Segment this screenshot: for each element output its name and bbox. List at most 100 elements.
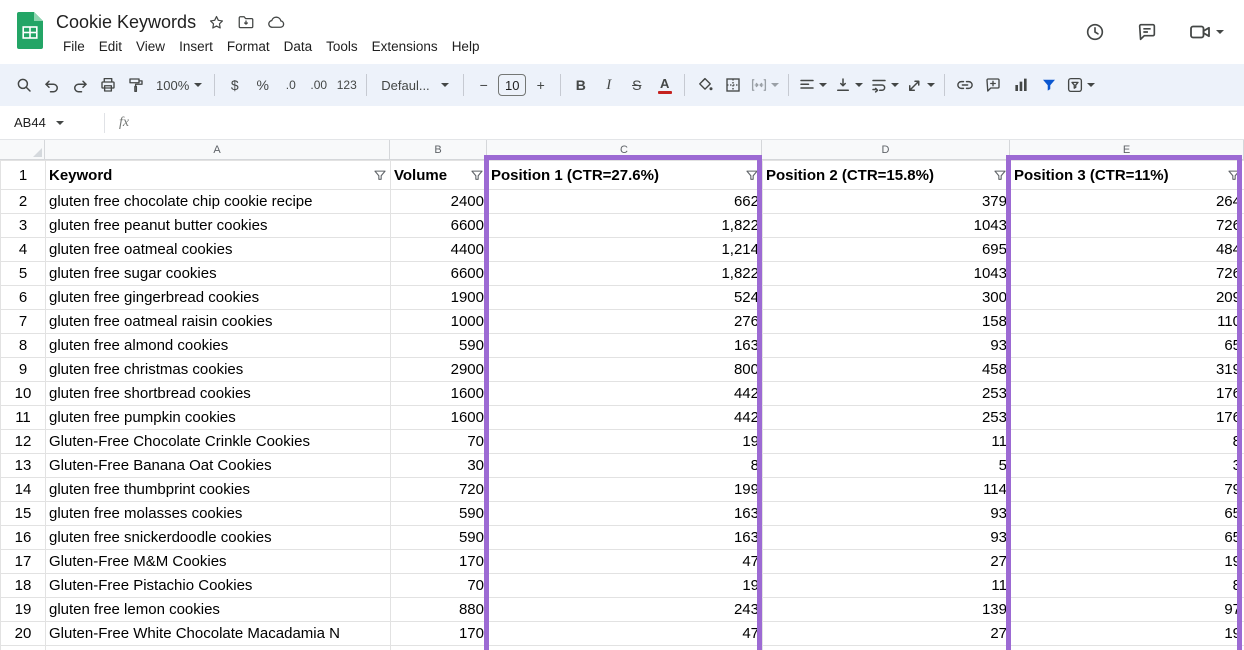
cell-position1[interactable]: 1,822 bbox=[488, 214, 763, 238]
cell-position3[interactable]: 65 bbox=[1011, 526, 1244, 550]
create-filter-button[interactable] bbox=[1035, 71, 1062, 99]
header-cell-position2[interactable]: Position 2 (CTR=15.8%) bbox=[763, 161, 1011, 190]
text-wrap-button[interactable] bbox=[867, 71, 902, 99]
merge-cells-button[interactable] bbox=[747, 71, 782, 99]
filter-funnel-icon[interactable] bbox=[373, 168, 387, 182]
cell-position2[interactable]: 1043 bbox=[763, 262, 1011, 286]
more-formats-button[interactable]: 123 bbox=[333, 71, 360, 99]
meet-camera-icon[interactable] bbox=[1188, 20, 1224, 44]
cell-position3[interactable]: 19 bbox=[1011, 622, 1244, 646]
zoom-select[interactable]: 100% bbox=[150, 71, 208, 99]
menu-extensions[interactable]: Extensions bbox=[365, 37, 445, 56]
cell-volume[interactable]: 590 bbox=[391, 526, 488, 550]
row-number[interactable]: 7 bbox=[1, 310, 46, 334]
cell-position3[interactable]: 8 bbox=[1011, 574, 1244, 598]
cloud-status-icon[interactable] bbox=[267, 13, 286, 32]
search-icon[interactable] bbox=[10, 71, 37, 99]
row-number[interactable]: 8 bbox=[1, 334, 46, 358]
cell-keyword[interactable]: Gluten-Free Banana Oat Cookies bbox=[46, 454, 391, 478]
cell-position3[interactable]: 79 bbox=[1011, 478, 1244, 502]
cell-keyword[interactable]: gluten free peanut butter cookies bbox=[46, 214, 391, 238]
menu-edit[interactable]: Edit bbox=[92, 37, 129, 56]
cell-position2[interactable]: 93 bbox=[763, 526, 1011, 550]
cell-position1[interactable]: 199 bbox=[488, 478, 763, 502]
cell-keyword[interactable]: gluten free pumpkin cookies bbox=[46, 406, 391, 430]
cell-volume[interactable]: 720 bbox=[391, 478, 488, 502]
cell-position1[interactable]: 1,822 bbox=[488, 262, 763, 286]
cell-position1[interactable]: 163 bbox=[488, 502, 763, 526]
cell-position1[interactable]: 442 bbox=[488, 382, 763, 406]
row-number[interactable]: 10 bbox=[1, 382, 46, 406]
cell-position3[interactable]: 176 bbox=[1011, 382, 1244, 406]
cell-position2[interactable]: 114 bbox=[763, 478, 1011, 502]
increase-decimal-button[interactable]: .00 bbox=[305, 71, 332, 99]
cell-position2[interactable]: 139 bbox=[763, 598, 1011, 622]
strikethrough-button[interactable]: S bbox=[623, 71, 650, 99]
row-number[interactable]: 2 bbox=[1, 190, 46, 214]
cell-volume[interactable]: 2900 bbox=[391, 358, 488, 382]
cell-keyword[interactable]: Gluten-Free Chocolate Crinkle Cookies bbox=[46, 430, 391, 454]
cell-keyword[interactable]: gluten free shortbread cookies bbox=[46, 382, 391, 406]
cell-position3[interactable]: 8 bbox=[1011, 430, 1244, 454]
row-number[interactable]: 14 bbox=[1, 478, 46, 502]
cell-position2[interactable]: 695 bbox=[763, 238, 1011, 262]
font-size-input[interactable]: 10 bbox=[498, 74, 526, 96]
row-number[interactable]: 17 bbox=[1, 550, 46, 574]
row-number[interactable]: 19 bbox=[1, 598, 46, 622]
cell-position1[interactable]: 47 bbox=[488, 550, 763, 574]
empty-cell[interactable] bbox=[391, 646, 488, 650]
cell-position2[interactable]: 93 bbox=[763, 502, 1011, 526]
cell-keyword[interactable]: Gluten-Free M&M Cookies bbox=[46, 550, 391, 574]
cell-position2[interactable]: 11 bbox=[763, 430, 1011, 454]
cell-position2[interactable]: 458 bbox=[763, 358, 1011, 382]
cell-position3[interactable]: 264 bbox=[1011, 190, 1244, 214]
bold-button[interactable]: B bbox=[567, 71, 594, 99]
cell-keyword[interactable]: gluten free sugar cookies bbox=[46, 262, 391, 286]
menu-file[interactable]: File bbox=[56, 37, 92, 56]
horizontal-align-button[interactable] bbox=[795, 71, 830, 99]
cell-keyword[interactable]: gluten free thumbprint cookies bbox=[46, 478, 391, 502]
vertical-align-button[interactable] bbox=[831, 71, 866, 99]
insert-comment-button[interactable] bbox=[979, 71, 1006, 99]
move-folder-icon[interactable] bbox=[237, 13, 255, 31]
filter-views-button[interactable] bbox=[1063, 71, 1098, 99]
cell-volume[interactable]: 590 bbox=[391, 502, 488, 526]
menu-view[interactable]: View bbox=[129, 37, 172, 56]
cell-position1[interactable]: 276 bbox=[488, 310, 763, 334]
cell-volume[interactable]: 1900 bbox=[391, 286, 488, 310]
cell-keyword[interactable]: Gluten-Free Pistachio Cookies bbox=[46, 574, 391, 598]
cell-position1[interactable]: 19 bbox=[488, 430, 763, 454]
cell-position3[interactable]: 319 bbox=[1011, 358, 1244, 382]
cell-volume[interactable]: 6600 bbox=[391, 214, 488, 238]
insert-chart-button[interactable] bbox=[1007, 71, 1034, 99]
cell-volume[interactable]: 6600 bbox=[391, 262, 488, 286]
decrease-decimal-button[interactable]: .0 bbox=[277, 71, 304, 99]
undo-button[interactable] bbox=[38, 71, 65, 99]
cell-position1[interactable]: 524 bbox=[488, 286, 763, 310]
redo-button[interactable] bbox=[66, 71, 93, 99]
column-header-d[interactable]: D bbox=[762, 140, 1010, 160]
row-number[interactable]: 18 bbox=[1, 574, 46, 598]
header-cell-volume[interactable]: Volume bbox=[391, 161, 488, 190]
cell-position1[interactable]: 1,214 bbox=[488, 238, 763, 262]
text-rotation-button[interactable] bbox=[903, 71, 938, 99]
row-number[interactable]: 11 bbox=[1, 406, 46, 430]
menu-data[interactable]: Data bbox=[277, 37, 320, 56]
cell-volume[interactable]: 2400 bbox=[391, 190, 488, 214]
name-box[interactable]: AB44 bbox=[0, 115, 96, 130]
filter-funnel-icon[interactable] bbox=[993, 168, 1007, 182]
cell-volume[interactable]: 880 bbox=[391, 598, 488, 622]
row-number[interactable]: 13 bbox=[1, 454, 46, 478]
row-number[interactable]: 15 bbox=[1, 502, 46, 526]
header-cell-keyword[interactable]: Keyword bbox=[46, 161, 391, 190]
cell-position3[interactable]: 110 bbox=[1011, 310, 1244, 334]
cell-position1[interactable]: 19 bbox=[488, 574, 763, 598]
cell-position2[interactable]: 93 bbox=[763, 334, 1011, 358]
font-select[interactable]: Defaul... bbox=[373, 71, 457, 99]
row-number[interactable]: 16 bbox=[1, 526, 46, 550]
cell-position3[interactable]: 65 bbox=[1011, 334, 1244, 358]
select-all-corner[interactable] bbox=[0, 140, 45, 160]
row-number[interactable]: 3 bbox=[1, 214, 46, 238]
row-number[interactable]: 9 bbox=[1, 358, 46, 382]
cell-position3[interactable]: 726 bbox=[1011, 262, 1244, 286]
